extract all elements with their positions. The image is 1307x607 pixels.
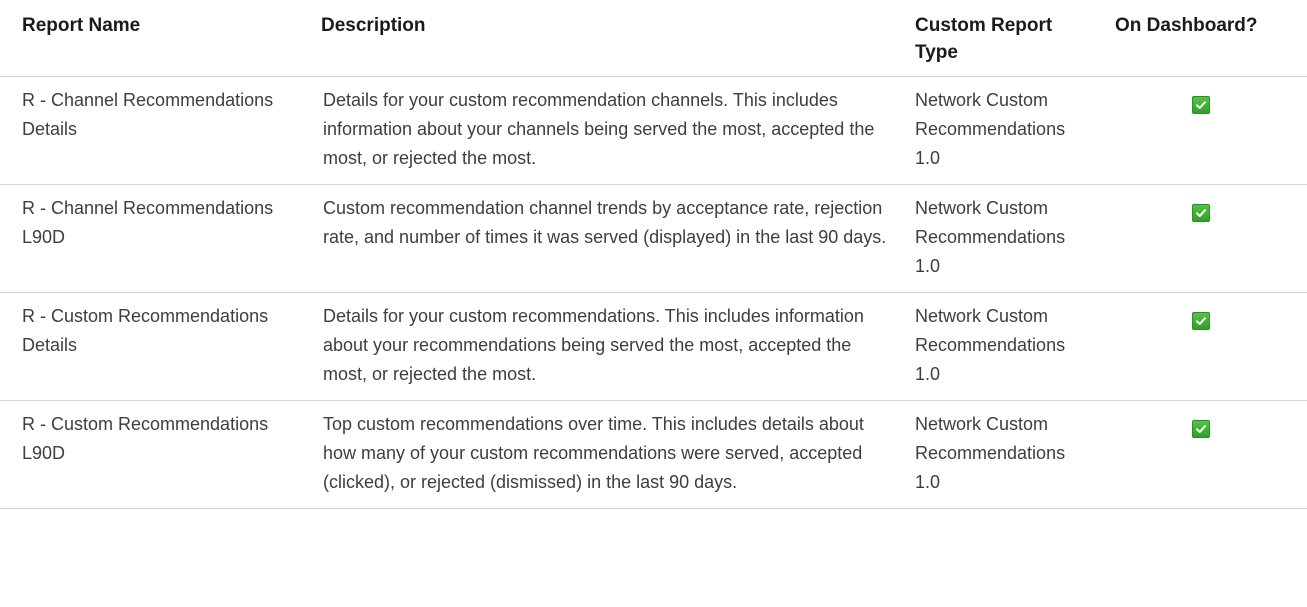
on-dashboard-cell <box>1095 184 1307 293</box>
header-row: Report Name Description Custom Report Ty… <box>0 0 1307 77</box>
table-row: R - Channel Recommendations Details Deta… <box>0 76 1307 185</box>
checkmark-icon <box>1192 96 1210 114</box>
table-row: R - Custom Recommendations L90D Top cust… <box>0 400 1307 509</box>
on-dashboard-cell <box>1095 400 1307 509</box>
report-name-cell: R - Channel Recommendations L90D <box>0 184 299 293</box>
table-header: Report Name Description Custom Report Ty… <box>0 0 1307 77</box>
header-description: Description <box>299 0 895 77</box>
checkmark-icon <box>1192 204 1210 222</box>
custom-report-type-cell: Network Custom Recommendations 1.0 <box>895 76 1095 185</box>
report-name-cell: R - Custom Recommendations Details <box>0 292 299 401</box>
description-cell: Custom recommendation channel trends by … <box>299 184 895 293</box>
custom-report-type-cell: Network Custom Recommendations 1.0 <box>895 400 1095 509</box>
header-on-dashboard: On Dashboard? <box>1095 0 1307 77</box>
table-body: R - Channel Recommendations Details Deta… <box>0 76 1307 509</box>
report-name-cell: R - Custom Recommendations L90D <box>0 400 299 509</box>
checkmark-icon <box>1192 312 1210 330</box>
table-row: R - Channel Recommendations L90D Custom … <box>0 184 1307 293</box>
header-custom-report-type: Custom Report Type <box>895 0 1095 77</box>
table-row: R - Custom Recommendations Details Detai… <box>0 292 1307 401</box>
custom-report-type-cell: Network Custom Recommendations 1.0 <box>895 292 1095 401</box>
description-cell: Top custom recommendations over time. Th… <box>299 400 895 509</box>
header-report-name: Report Name <box>0 0 299 77</box>
on-dashboard-cell <box>1095 76 1307 185</box>
on-dashboard-cell <box>1095 292 1307 401</box>
report-name-cell: R - Channel Recommendations Details <box>0 76 299 185</box>
reports-table: Report Name Description Custom Report Ty… <box>0 0 1307 509</box>
checkmark-icon <box>1192 420 1210 438</box>
description-cell: Details for your custom recommendations.… <box>299 292 895 401</box>
description-cell: Details for your custom recommendation c… <box>299 76 895 185</box>
custom-report-type-cell: Network Custom Recommendations 1.0 <box>895 184 1095 293</box>
